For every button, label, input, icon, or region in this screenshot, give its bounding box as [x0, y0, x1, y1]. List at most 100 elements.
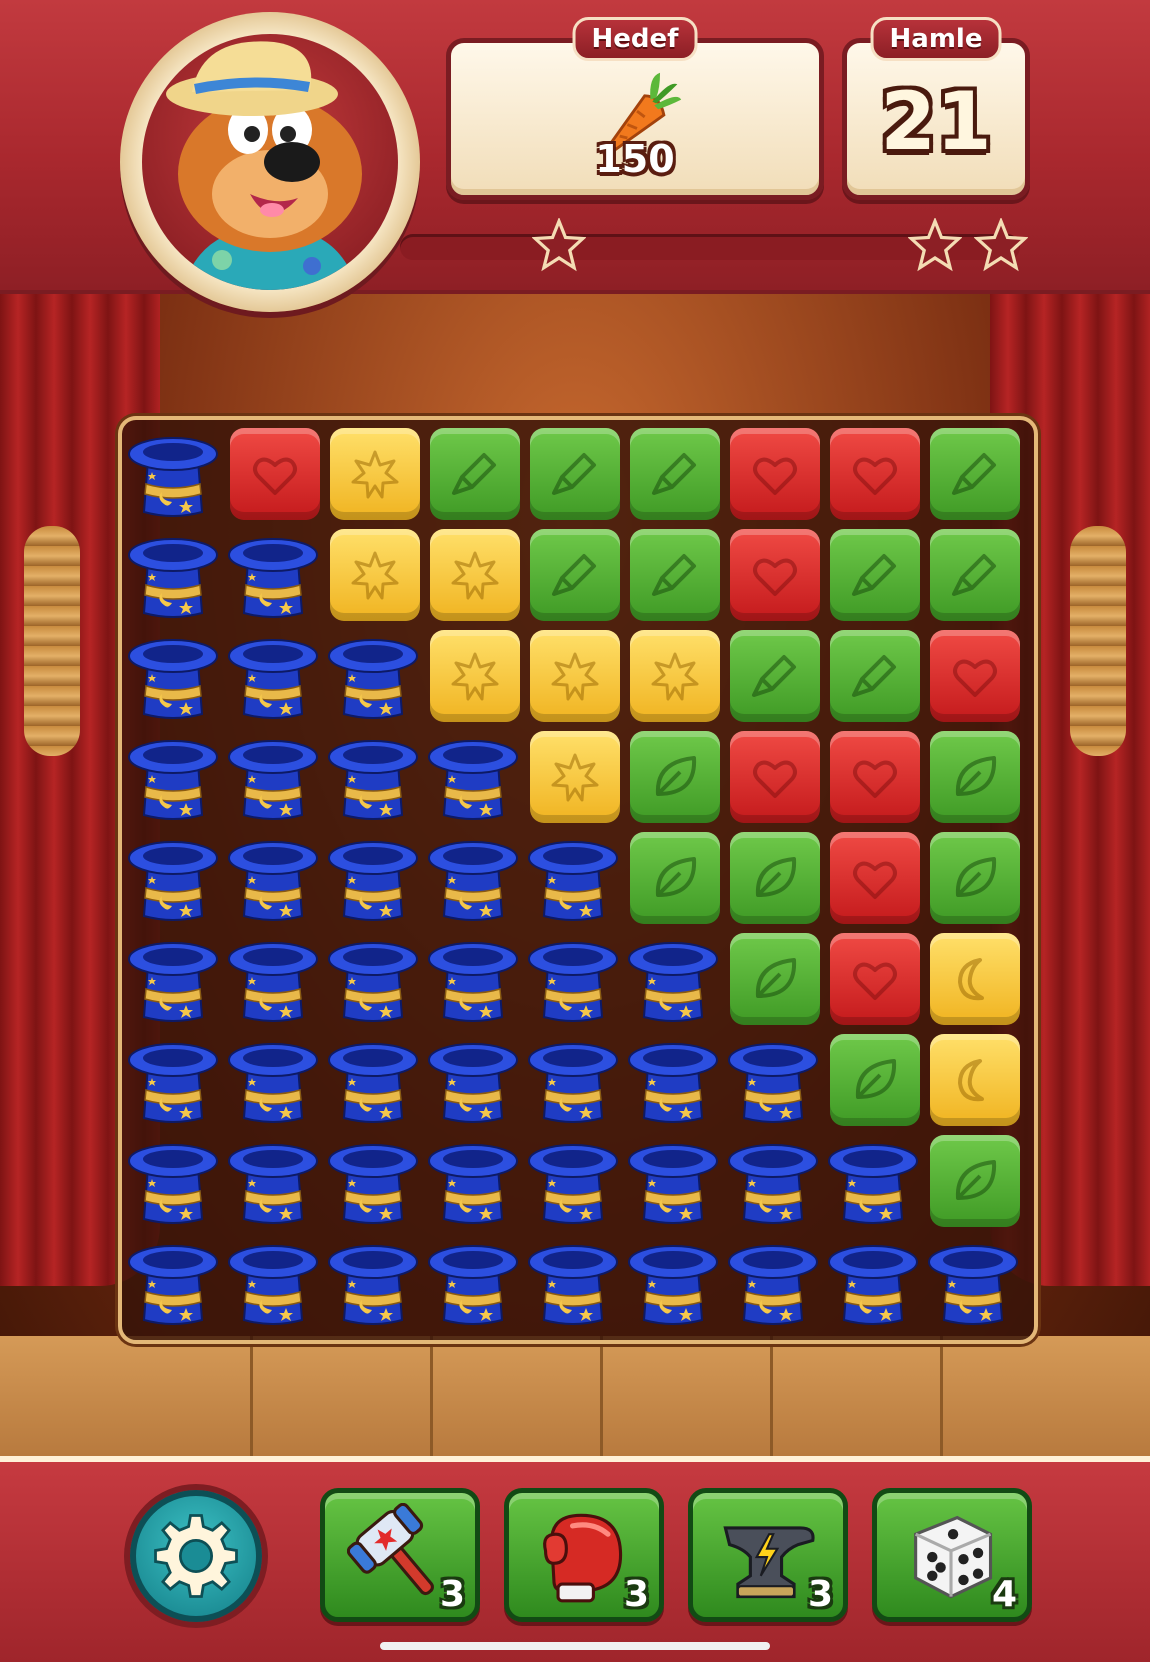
magic-hat-obstacle[interactable] [326, 727, 420, 825]
green-rocket-block[interactable] [926, 424, 1020, 522]
hammer-booster[interactable]: 3 [320, 1488, 480, 1622]
magic-hat-obstacle[interactable] [626, 1131, 720, 1229]
anvil-booster[interactable]: 3 [688, 1488, 848, 1622]
green-rocket-block[interactable] [826, 626, 920, 724]
yellow-star-block[interactable] [626, 626, 720, 724]
yellow-moon-block[interactable] [926, 1030, 1020, 1128]
magic-hat-obstacle[interactable] [126, 828, 220, 926]
red-heart-block[interactable] [826, 424, 920, 522]
magic-hat-obstacle[interactable] [126, 1131, 220, 1229]
magic-hat-obstacle[interactable] [326, 828, 420, 926]
block-face [630, 731, 720, 823]
magic-hat-obstacle[interactable] [226, 1232, 320, 1330]
magic-hat-obstacle[interactable] [726, 1030, 820, 1128]
block-face [930, 1034, 1020, 1126]
magic-hat-obstacle[interactable] [226, 525, 320, 623]
magic-hat-obstacle[interactable] [626, 1232, 720, 1330]
green-rocket-block[interactable] [426, 424, 520, 522]
magic-hat-obstacle[interactable] [426, 1030, 520, 1128]
magic-hat-obstacle[interactable] [526, 929, 620, 1027]
magic-hat-obstacle[interactable] [126, 727, 220, 825]
red-heart-block[interactable] [726, 525, 820, 623]
magic-hat-obstacle[interactable] [526, 828, 620, 926]
block-face [630, 630, 720, 722]
green-rocket-block[interactable] [526, 424, 620, 522]
dice-booster[interactable]: 4 [872, 1488, 1032, 1622]
red-heart-block[interactable] [926, 626, 1020, 724]
magic-hat-obstacle[interactable] [426, 1131, 520, 1229]
green-leaf-block[interactable] [826, 1030, 920, 1128]
magic-hat-obstacle[interactable] [726, 1232, 820, 1330]
green-leaf-block[interactable] [926, 1131, 1020, 1229]
green-leaf-block[interactable] [926, 727, 1020, 825]
magic-hat-obstacle[interactable] [326, 929, 420, 1027]
magic-hat-obstacle[interactable] [326, 1232, 420, 1330]
green-leaf-block[interactable] [626, 828, 720, 926]
theater-stage [0, 286, 1150, 1456]
yellow-star-block[interactable] [526, 626, 620, 724]
magic-hat-obstacle[interactable] [326, 1030, 420, 1128]
magic-hat-obstacle[interactable] [226, 1030, 320, 1128]
green-leaf-block[interactable] [926, 828, 1020, 926]
booster-count: 3 [807, 1574, 833, 1615]
block-face [930, 428, 1020, 520]
yellow-star-block[interactable] [426, 626, 520, 724]
block-face [830, 933, 920, 1025]
magic-hat-obstacle[interactable] [126, 424, 220, 522]
green-rocket-block[interactable] [626, 525, 720, 623]
magic-hat-obstacle[interactable] [226, 929, 320, 1027]
magic-hat-obstacle[interactable] [526, 1131, 620, 1229]
red-heart-block[interactable] [826, 828, 920, 926]
magic-hat-obstacle[interactable] [726, 1131, 820, 1229]
magic-hat-obstacle[interactable] [326, 1131, 420, 1229]
magic-hat-obstacle[interactable] [826, 1232, 920, 1330]
magic-hat-obstacle[interactable] [226, 828, 320, 926]
green-rocket-block[interactable] [626, 424, 720, 522]
green-rocket-block[interactable] [926, 525, 1020, 623]
magic-hat-obstacle[interactable] [626, 1030, 720, 1128]
magic-hat-obstacle[interactable] [526, 1030, 620, 1128]
yellow-star-block[interactable] [526, 727, 620, 825]
red-heart-block[interactable] [726, 424, 820, 522]
red-heart-block[interactable] [226, 424, 320, 522]
magic-hat-obstacle[interactable] [126, 1030, 220, 1128]
yellow-moon-block[interactable] [926, 929, 1020, 1027]
yellow-star-block[interactable] [326, 525, 420, 623]
magic-hat-obstacle[interactable] [226, 727, 320, 825]
magic-hat-obstacle[interactable] [126, 626, 220, 724]
magic-hat-obstacle[interactable] [126, 525, 220, 623]
magic-hat-obstacle[interactable] [526, 1232, 620, 1330]
magic-hat-obstacle[interactable] [126, 1232, 220, 1330]
magic-hat-obstacle[interactable] [426, 929, 520, 1027]
green-leaf-block[interactable] [626, 727, 720, 825]
magic-hat-obstacle[interactable] [226, 1131, 320, 1229]
green-leaf-block[interactable] [726, 828, 820, 926]
game-board [118, 416, 1038, 1344]
red-heart-block[interactable] [826, 727, 920, 825]
green-rocket-block[interactable] [826, 525, 920, 623]
block-face [430, 630, 520, 722]
block-face [730, 630, 820, 722]
yellow-star-block[interactable] [326, 424, 420, 522]
settings-button[interactable] [130, 1490, 262, 1622]
green-leaf-block[interactable] [726, 929, 820, 1027]
magic-hat-obstacle[interactable] [626, 929, 720, 1027]
magic-hat-obstacle[interactable] [326, 626, 420, 724]
magic-hat-obstacle[interactable] [426, 1232, 520, 1330]
boxing-glove-booster[interactable]: 3 [504, 1488, 664, 1622]
magic-hat-obstacle[interactable] [426, 828, 520, 926]
green-rocket-block[interactable] [726, 626, 820, 724]
red-heart-block[interactable] [726, 727, 820, 825]
bottom-bar: 3 3 3 4 [0, 1456, 1150, 1662]
magic-hat-obstacle[interactable] [926, 1232, 1020, 1330]
magic-hat-obstacle[interactable] [226, 626, 320, 724]
magic-hat-obstacle[interactable] [826, 1131, 920, 1229]
magic-hat-obstacle[interactable] [126, 929, 220, 1027]
block-face [730, 832, 820, 924]
floor-plank-line [430, 1336, 433, 1456]
green-rocket-block[interactable] [526, 525, 620, 623]
magic-hat-obstacle[interactable] [426, 727, 520, 825]
block-face [930, 832, 1020, 924]
yellow-star-block[interactable] [426, 525, 520, 623]
red-heart-block[interactable] [826, 929, 920, 1027]
